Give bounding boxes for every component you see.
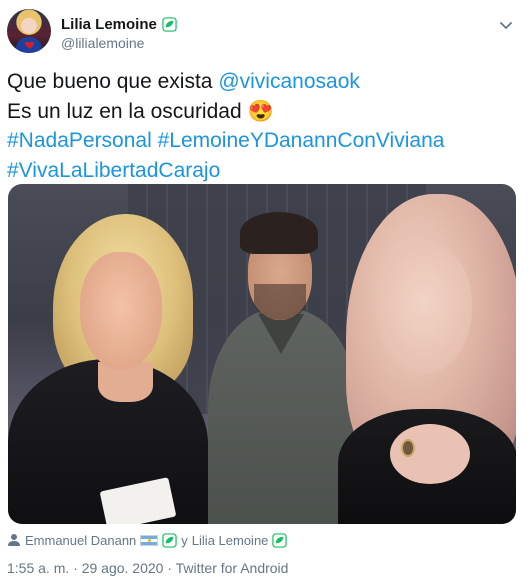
tweet-line-1: Que bueno que exista @vivicanosaok	[7, 67, 522, 97]
tweet-text-segment: Que bueno que exista	[7, 70, 219, 93]
user-handle[interactable]: @lilialemoine	[61, 35, 144, 51]
tweet-header: Lilia Lemoine @lilialemoine	[7, 9, 522, 57]
mention-link[interactable]: @vivicanosaok	[218, 70, 360, 93]
photo-pendant	[401, 439, 415, 457]
tweet-text: Que bueno que exista @vivicanosaok Es un…	[7, 67, 522, 185]
tweet-line-2: Es un luz en la oscuridad 😍	[7, 97, 522, 127]
avatar[interactable]	[7, 9, 51, 53]
argentina-flag-icon	[140, 534, 159, 546]
photo-person-right-face	[376, 244, 472, 374]
tagged-users: Emmanuel Danann y Lilia Lemoine	[7, 530, 288, 550]
green-leaf-icon	[162, 17, 177, 32]
person-icon	[8, 534, 20, 546]
tagged-user-2[interactable]: Lilia Lemoine	[192, 533, 269, 548]
tagged-user-1[interactable]: Emmanuel Danann	[25, 533, 136, 548]
hashtag-line-1[interactable]: #NadaPersonal #LemoineYDanannConViviana	[7, 126, 522, 156]
tweet-text-segment: Es un luz en la oscuridad	[7, 99, 248, 123]
green-leaf-icon	[272, 532, 288, 548]
photo-person-center-hair	[240, 212, 318, 254]
photo-person-left-face	[80, 252, 162, 370]
photo-person-center-beard	[254, 284, 306, 320]
green-leaf-icon	[162, 532, 177, 548]
chevron-down-icon[interactable]	[496, 15, 516, 35]
name-row: Lilia Lemoine	[61, 16, 177, 33]
heart-eyes-emoji: 😍	[247, 99, 274, 123]
display-name[interactable]: Lilia Lemoine	[61, 16, 157, 33]
hashtag-line-2[interactable]: #VivaLaLibertadCarajo	[7, 156, 522, 186]
tweet-timestamp[interactable]: 1:55 a. m. · 29 ago. 2020 · Twitter for …	[7, 560, 288, 576]
tagged-joiner: y	[181, 532, 188, 548]
tweet-photo[interactable]	[8, 184, 516, 524]
